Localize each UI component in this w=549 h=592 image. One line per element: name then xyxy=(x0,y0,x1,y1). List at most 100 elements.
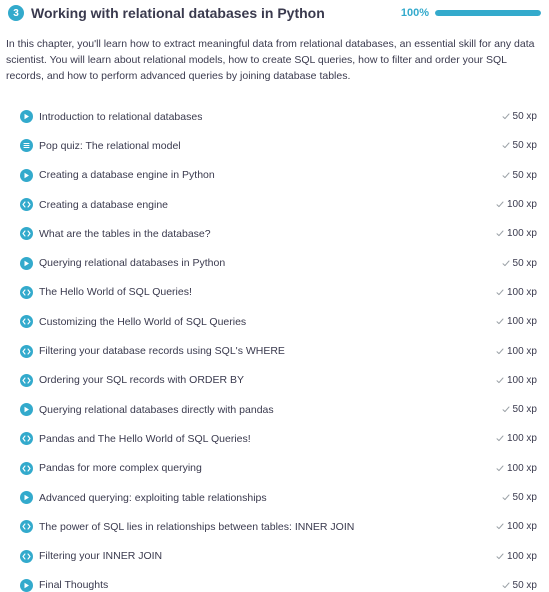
exercise-xp: 50 xp xyxy=(502,404,537,415)
xp-value: 100 xp xyxy=(506,316,537,328)
xp-value: 50 xp xyxy=(512,579,537,591)
chapter-progress: 100% xyxy=(401,7,541,19)
code-icon xyxy=(20,344,33,358)
exercise-title[interactable]: Pandas and The Hello World of SQL Querie… xyxy=(39,433,251,445)
progress-percentage: 100% xyxy=(400,7,429,19)
check-icon xyxy=(496,230,504,237)
exercise-title[interactable]: Final Thoughts xyxy=(39,579,108,591)
check-icon xyxy=(496,435,504,442)
code-icon xyxy=(20,373,33,387)
xp-value: 50 xp xyxy=(512,404,537,416)
exercise-item[interactable]: The Hello World of SQL Queries! 100 xp xyxy=(20,278,537,307)
exercise-xp: 100 xp xyxy=(496,199,537,210)
xp-value: 100 xp xyxy=(506,374,537,386)
exercise-xp: 100 xp xyxy=(496,551,537,562)
exercise-item[interactable]: The power of SQL lies in relationships b… xyxy=(20,512,537,541)
chapter-title[interactable]: Working with relational databases in Pyt… xyxy=(31,5,325,21)
xp-value: 100 xp xyxy=(506,228,537,240)
exercise-title[interactable]: The power of SQL lies in relationships b… xyxy=(39,521,354,533)
exercise-xp: 100 xp xyxy=(496,463,537,474)
video-icon xyxy=(20,168,33,182)
exercise-item[interactable]: Creating a database engine 100 xp xyxy=(20,190,537,219)
exercise-title[interactable]: Pandas for more complex querying xyxy=(39,462,202,474)
code-icon xyxy=(20,315,33,329)
exercise-title[interactable]: Filtering your database records using SQ… xyxy=(39,345,285,357)
exercise-title[interactable]: Querying relational databases directly w… xyxy=(39,404,274,416)
xp-value: 100 xp xyxy=(506,345,537,357)
chapter-number-badge: 3 xyxy=(8,5,24,21)
xp-value: 100 xp xyxy=(506,199,537,211)
xp-value: 100 xp xyxy=(506,462,537,474)
code-icon xyxy=(20,520,33,534)
check-icon xyxy=(496,348,504,355)
exercise-title[interactable]: What are the tables in the database? xyxy=(39,228,211,240)
exercise-item[interactable]: Querying relational databases directly w… xyxy=(20,395,537,424)
code-icon xyxy=(20,285,33,299)
chapter-card: 3 Working with relational databases in P… xyxy=(0,0,549,592)
chapter-header[interactable]: 3 Working with relational databases in P… xyxy=(6,0,543,26)
video-icon xyxy=(20,491,33,504)
exercise-xp: 100 xp xyxy=(496,433,537,444)
exercise-title[interactable]: Ordering your SQL records with ORDER BY xyxy=(39,374,244,386)
xp-value: 100 xp xyxy=(506,286,537,298)
exercise-item[interactable]: Filtering your database records using SQ… xyxy=(20,336,537,365)
video-icon xyxy=(20,256,33,270)
exercise-item[interactable]: Pandas and The Hello World of SQL Querie… xyxy=(20,424,537,453)
check-icon xyxy=(496,201,504,208)
exercise-title[interactable]: Creating a database engine in Python xyxy=(39,169,215,181)
exercise-title[interactable]: Filtering your INNER JOIN xyxy=(39,550,162,562)
code-icon xyxy=(20,198,33,212)
exercise-item[interactable]: Ordering your SQL records with ORDER BY 1… xyxy=(20,366,537,395)
exercise-xp: 100 xp xyxy=(496,287,537,298)
exercise-xp: 100 xp xyxy=(496,316,537,327)
check-icon xyxy=(502,113,510,120)
exercise-title[interactable]: Pop quiz: The relational model xyxy=(39,140,181,152)
exercise-item[interactable]: Querying relational databases in Python 5… xyxy=(20,248,537,277)
exercise-item[interactable]: Final Thoughts 50 xp xyxy=(20,571,537,592)
exercise-xp: 100 xp xyxy=(496,228,537,239)
xp-value: 100 xp xyxy=(506,433,537,445)
xp-value: 50 xp xyxy=(512,111,537,123)
exercise-item[interactable]: Creating a database engine in Python 50 x… xyxy=(20,161,537,190)
video-icon xyxy=(20,403,33,417)
exercise-xp: 100 xp xyxy=(496,521,537,532)
exercise-item[interactable]: Pandas for more complex querying 100 xp xyxy=(20,454,537,483)
progress-bar-fill xyxy=(435,10,541,16)
xp-value: 50 xp xyxy=(512,169,537,181)
exercise-xp: 100 xp xyxy=(496,346,537,357)
exercise-item[interactable]: Advanced querying: exploiting table rela… xyxy=(20,483,537,512)
check-icon xyxy=(496,318,504,325)
video-icon xyxy=(20,578,33,592)
exercise-list: Introduction to relational databases 50 x… xyxy=(6,102,543,592)
check-icon xyxy=(502,172,510,179)
exercise-title[interactable]: Advanced querying: exploiting table rela… xyxy=(39,492,267,504)
exercise-title[interactable]: Querying relational databases in Python xyxy=(39,257,225,269)
exercise-item[interactable]: Filtering your INNER JOIN 100 xp xyxy=(20,541,537,570)
exercise-xp: 50 xp xyxy=(502,492,537,503)
exercise-title[interactable]: Customizing the Hello World of SQL Queri… xyxy=(39,316,246,328)
exercise-xp: 50 xp xyxy=(502,258,537,269)
xp-value: 50 xp xyxy=(512,257,537,269)
exercise-title[interactable]: The Hello World of SQL Queries! xyxy=(39,286,192,298)
exercise-item[interactable]: Introduction to relational databases 50 x… xyxy=(20,102,537,131)
multiple-choice-icon xyxy=(20,139,33,153)
check-icon xyxy=(502,406,510,413)
code-icon xyxy=(20,432,33,446)
exercise-item[interactable]: What are the tables in the database? 100 … xyxy=(20,219,537,248)
check-icon xyxy=(502,494,510,501)
check-icon xyxy=(496,523,504,530)
exercise-title[interactable]: Introduction to relational databases xyxy=(39,111,202,123)
check-icon xyxy=(496,465,504,472)
xp-value: 50 xp xyxy=(512,492,537,503)
check-icon xyxy=(496,289,504,296)
xp-value: 100 xp xyxy=(506,550,537,562)
exercise-xp: 50 xp xyxy=(502,140,537,151)
exercise-title[interactable]: Creating a database engine xyxy=(39,199,168,211)
video-icon xyxy=(20,110,33,124)
check-icon xyxy=(502,582,510,589)
check-icon xyxy=(496,553,504,560)
exercise-item[interactable]: Customizing the Hello World of SQL Queri… xyxy=(20,307,537,336)
exercise-xp: 50 xp xyxy=(502,111,537,122)
exercise-item[interactable]: Pop quiz: The relational model 50 xp xyxy=(20,131,537,160)
xp-value: 50 xp xyxy=(512,140,537,152)
